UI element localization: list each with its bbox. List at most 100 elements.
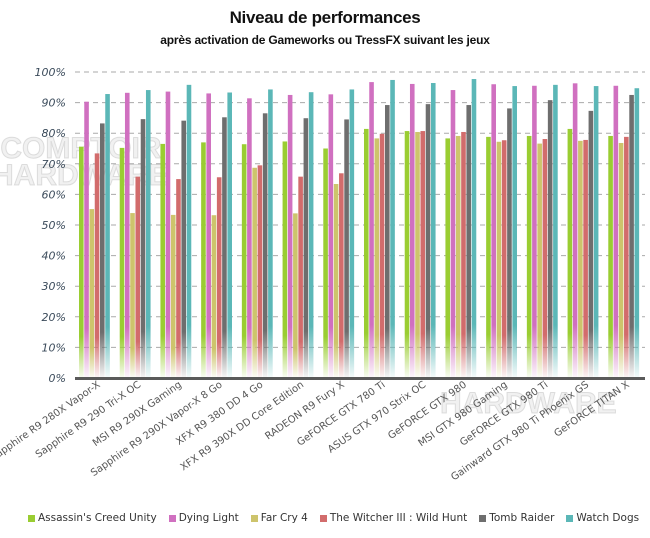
bar-far-cry-4 [252, 167, 257, 378]
bar-far-cry-4 [293, 213, 298, 378]
bar-assassin-s-creed-unity [160, 143, 166, 378]
bar-the-witcher-iii-wild-hunt [379, 133, 385, 378]
bar-tomb-raider [547, 100, 553, 378]
bar-watch-dogs [593, 86, 599, 379]
legend-swatch [479, 514, 487, 522]
bar-dying-light [247, 98, 252, 378]
bar-far-cry-4 [415, 131, 420, 378]
legend-label: The Witcher III : Wild Hunt [329, 512, 468, 524]
y-tick-label: 80% [42, 127, 66, 140]
bar-dying-light [572, 83, 578, 379]
bar-assassin-s-creed-unity [323, 148, 328, 378]
y-tick-label: 60% [42, 188, 66, 201]
bar-dying-light [409, 83, 415, 379]
legend: Assassin's Creed Unity Dying Light Far Cry… [28, 512, 639, 524]
bar-watch-dogs [634, 88, 640, 378]
bar-the-witcher-iii-wild-hunt [135, 176, 141, 378]
legend-item: Far Cry 4 [250, 512, 308, 524]
bar-dying-light [369, 82, 374, 379]
bar-the-witcher-iii-wild-hunt [624, 136, 629, 378]
y-tick-label: 90% [42, 97, 66, 110]
bars [79, 79, 640, 379]
y-tick-label: 10% [42, 341, 66, 354]
bar-tomb-raider [262, 113, 268, 378]
legend-label: Assassin's Creed Unity [38, 512, 157, 524]
bar-assassin-s-creed-unity [201, 142, 206, 378]
bar-the-witcher-iii-wild-hunt [461, 131, 466, 378]
legend-label: Dying Light [178, 512, 239, 524]
y-tick-label: 100% [35, 66, 66, 79]
bar-watch-dogs [145, 90, 151, 378]
bar-dying-light [613, 85, 619, 379]
bar-watch-dogs [512, 86, 517, 379]
y-tick-label: 0% [49, 372, 66, 385]
bar-the-witcher-iii-wild-hunt [176, 179, 181, 378]
bar-the-witcher-iii-wild-hunt [298, 176, 303, 378]
bar-assassin-s-creed-unity [567, 128, 573, 378]
x-axis-labels: Sapphire R9 280X Vapor-XSapphire R9 290 … [0, 379, 632, 483]
bar-chart: 0% 10% 20% 30% 40% 50% 60% 70% 80% 90% 100% Sapphi… [0, 66, 645, 483]
bar-tomb-raider [303, 118, 309, 379]
bar-far-cry-4 [211, 215, 217, 378]
legend-item: Assassin's Creed Unity [28, 512, 157, 524]
bar-far-cry-4 [333, 183, 339, 378]
bar-assassin-s-creed-unity [119, 147, 125, 378]
legend-item: Tomb Raider [479, 512, 554, 524]
bar-far-cry-4 [618, 142, 624, 378]
bar-far-cry-4 [130, 213, 135, 378]
bar-tomb-raider [466, 105, 472, 378]
bar-tomb-raider [100, 123, 105, 379]
bar-dying-light [328, 94, 334, 378]
bar-dying-light [124, 92, 130, 379]
legend-swatch [28, 514, 35, 522]
bar-tomb-raider [181, 120, 187, 379]
bar-assassin-s-creed-unity [445, 138, 451, 378]
bar-tomb-raider [140, 119, 146, 379]
legend-item: Dying Light [168, 512, 239, 524]
bar-watch-dogs [471, 79, 477, 379]
legend-item: The Witcher III : Wild Hunt [319, 512, 468, 524]
bar-watch-dogs [268, 89, 273, 378]
bar-watch-dogs [308, 92, 314, 379]
bar-the-witcher-iii-wild-hunt [583, 139, 588, 378]
legend-label: Tomb Raider [489, 512, 555, 524]
bar-the-witcher-iii-wild-hunt [339, 173, 344, 378]
bar-tomb-raider [588, 110, 594, 378]
y-tick-label: 30% [42, 280, 66, 293]
legend-swatch [250, 514, 258, 522]
bar-assassin-s-creed-unity [282, 141, 288, 378]
bar-the-witcher-iii-wild-hunt [94, 153, 100, 378]
bar-far-cry-4 [496, 141, 502, 378]
bar-watch-dogs [105, 94, 110, 379]
bar-dying-light [491, 84, 496, 379]
bar-watch-dogs [349, 89, 355, 378]
bar-dying-light [206, 93, 211, 379]
bar-far-cry-4 [455, 135, 461, 378]
y-tick-label: 70% [42, 158, 66, 171]
bar-tomb-raider [507, 108, 512, 378]
legend-swatch [566, 514, 574, 522]
x-tick-label: GeFORCE TITAN X [552, 379, 631, 439]
legend-label: Far Cry 4 [260, 512, 308, 524]
bar-the-witcher-iii-wild-hunt [216, 177, 222, 378]
bar-tomb-raider [629, 94, 634, 378]
bar-watch-dogs [186, 84, 192, 379]
bar-watch-dogs [390, 79, 395, 379]
bar-tomb-raider [222, 117, 227, 379]
bar-assassin-s-creed-unity [364, 128, 369, 378]
legend-swatch [168, 514, 176, 522]
bar-assassin-s-creed-unity [526, 135, 532, 378]
bar-the-witcher-iii-wild-hunt [257, 165, 263, 378]
bar-assassin-s-creed-unity [404, 131, 410, 378]
bar-tomb-raider [385, 105, 390, 378]
bar-dying-light [450, 90, 456, 378]
bar-dying-light [287, 94, 293, 378]
bar-dying-light [84, 101, 89, 378]
bar-far-cry-4 [89, 209, 95, 378]
bar-watch-dogs [227, 92, 232, 378]
bar-assassin-s-creed-unity [608, 135, 613, 378]
bar-far-cry-4 [170, 214, 176, 378]
bar-the-witcher-iii-wild-hunt [501, 140, 507, 378]
legend-swatch [319, 514, 327, 522]
y-tick-label: 40% [42, 250, 66, 263]
